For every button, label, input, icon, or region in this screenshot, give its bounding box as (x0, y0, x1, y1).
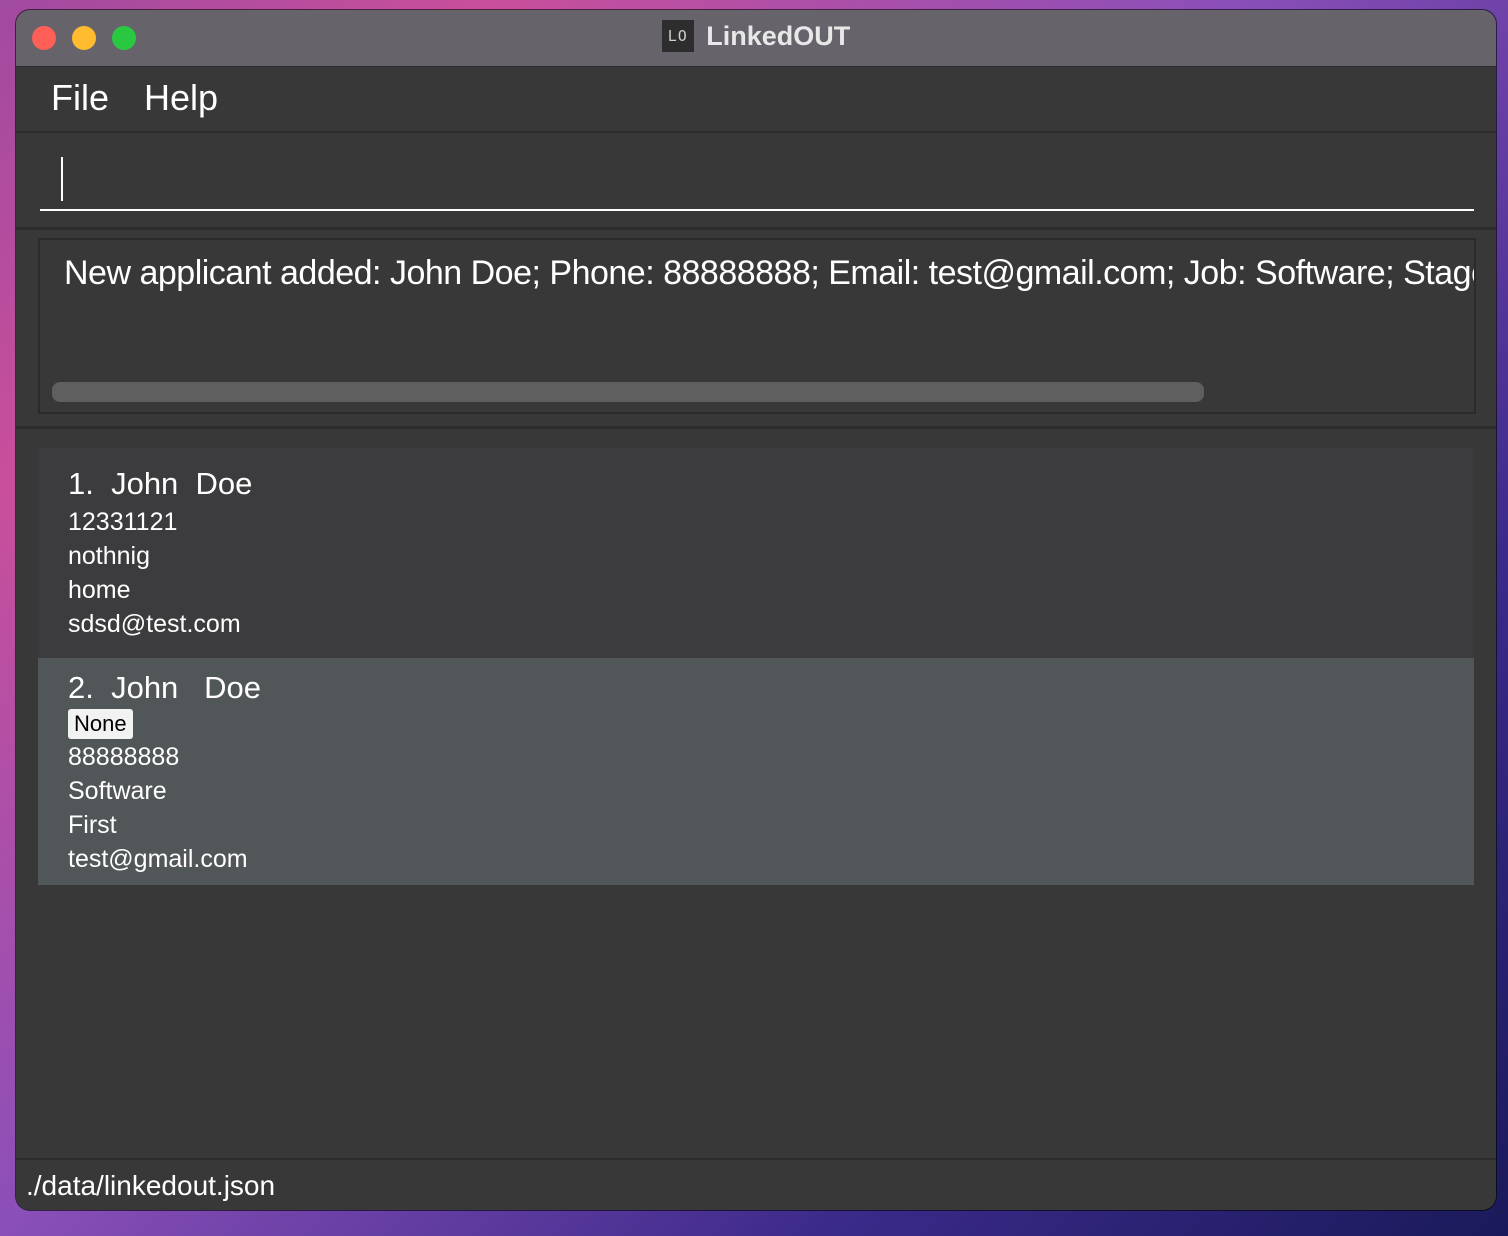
result-horizontal-scrollbar[interactable] (52, 382, 1462, 402)
applicant-phone: 12331121 (68, 508, 178, 536)
result-message: New applicant added: John Doe; Phone: 88… (64, 254, 1476, 292)
applicant-phone: 88888888 (68, 743, 180, 771)
result-display-area: New applicant added: John Doe; Phone: 88… (16, 230, 1496, 429)
command-input[interactable] (40, 151, 1474, 211)
applicant-name: 2. John Doe (68, 670, 262, 705)
status-bar: ./data/linkedout.json (16, 1158, 1496, 1210)
title-bar: LO LinkedOUT (16, 10, 1496, 67)
applicant-stage: home (68, 576, 131, 604)
app-window: LO LinkedOUT File Help New applicant add… (16, 10, 1496, 1210)
applicant-list: 1. John Doe 12331121 nothnig home sdsd@t… (16, 429, 1496, 1157)
applicant-stage: First (68, 811, 117, 839)
applicant-job: Software (68, 777, 167, 805)
menu-help[interactable]: Help (144, 77, 218, 119)
data-file-path: ./data/linkedout.json (26, 1170, 276, 1201)
applicant-name: 1. John Doe (68, 466, 253, 501)
applicant-card[interactable]: 1. John Doe 12331121 nothnig home sdsd@t… (38, 448, 1474, 658)
command-box-area (16, 133, 1496, 230)
applicant-tag-badge: None (68, 709, 133, 739)
menu-bar: File Help (16, 67, 1496, 133)
app-logo-icon: LO (661, 20, 694, 52)
result-display[interactable]: New applicant added: John Doe; Phone: 88… (38, 238, 1476, 414)
applicant-job: nothnig (68, 542, 151, 570)
applicant-email: sdsd@test.com (68, 610, 241, 638)
window-title-group: LO LinkedOUT (16, 20, 1496, 54)
window-title: LinkedOUT (706, 20, 851, 51)
applicant-card-selected[interactable]: 2. John Doe None 88888888 Software First… (38, 658, 1474, 885)
applicant-email: test@gmail.com (68, 845, 248, 873)
text-caret (61, 157, 63, 201)
menu-file[interactable]: File (51, 77, 109, 119)
scrollbar-thumb[interactable] (52, 382, 1204, 402)
